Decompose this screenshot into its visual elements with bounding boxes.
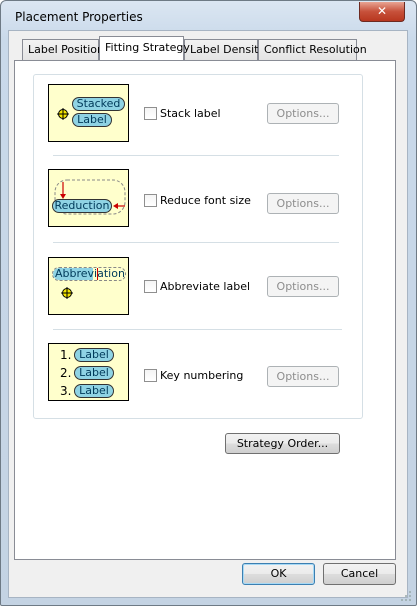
key-numbering-preview: 1. Label 2. Label 3. Label [48,343,129,401]
preview-label: Label [72,113,112,127]
abbreviation-label: Abbreviation [52,267,126,281]
tab-label: Fitting Strategy [105,41,190,54]
close-icon: ✕ [376,4,388,18]
strategy-order-button[interactable]: Strategy Order... [225,433,340,454]
tab-conflict-resolution[interactable]: Conflict Resolution [258,39,367,60]
key-number: 3. [60,384,72,398]
abbreviate-options-button[interactable]: Options... [267,276,339,297]
tab-label: Conflict Resolution [264,43,367,56]
tab-fitting-strategy[interactable]: Fitting Strategy [99,36,190,60]
key-number: 2. [60,366,72,380]
reduce-font-options-button[interactable]: Options... [267,193,339,214]
abbreviate-preview: Abbreviation [48,257,129,315]
stack-label-preview: Stacked Label [48,84,129,142]
anchor-point-icon [57,108,69,120]
tab-label-position[interactable]: Label Position [22,39,104,60]
anchor-point-icon [61,287,73,299]
stack-label-options-button[interactable]: Options... [267,103,339,124]
tab-label: Label Position [28,43,105,56]
key-numbering-options-button[interactable]: Options... [267,366,339,387]
key-number: 1. [60,348,72,362]
reduce-font-preview: Reduction [48,169,129,227]
tab-label-density[interactable]: Label Density [184,39,265,60]
ok-button[interactable]: OK [242,563,315,585]
cancel-button[interactable]: Cancel [323,563,396,585]
close-button[interactable]: ✕ [359,2,405,22]
preview-label: Label [74,366,114,380]
window-title: Placement Properties [15,10,143,24]
separator [53,155,339,156]
preview-label: Label [74,384,114,398]
abbreviate-label-checkbox[interactable] [144,280,157,293]
separator [53,242,339,243]
abbreviation-kept: Abbreviation [53,267,125,280]
abbreviate-label-text: Abbreviate label [160,280,251,293]
resize-grip-icon[interactable] [400,590,412,602]
preview-label: Label [74,348,114,362]
separator [53,329,342,330]
stack-label-text: Stack label [160,107,221,120]
key-numbering-checkbox[interactable] [144,369,157,382]
abbreviation-cut [97,268,125,280]
reduce-font-size-checkbox[interactable] [144,194,157,207]
key-numbering-text: Key numbering [160,369,244,382]
reduce-font-size-text: Reduce font size [160,194,251,207]
preview-label: Reduction [52,199,112,213]
stack-label-checkbox[interactable] [144,107,157,120]
tab-label: Label Density [190,43,265,56]
preview-label: Stacked [72,97,125,111]
